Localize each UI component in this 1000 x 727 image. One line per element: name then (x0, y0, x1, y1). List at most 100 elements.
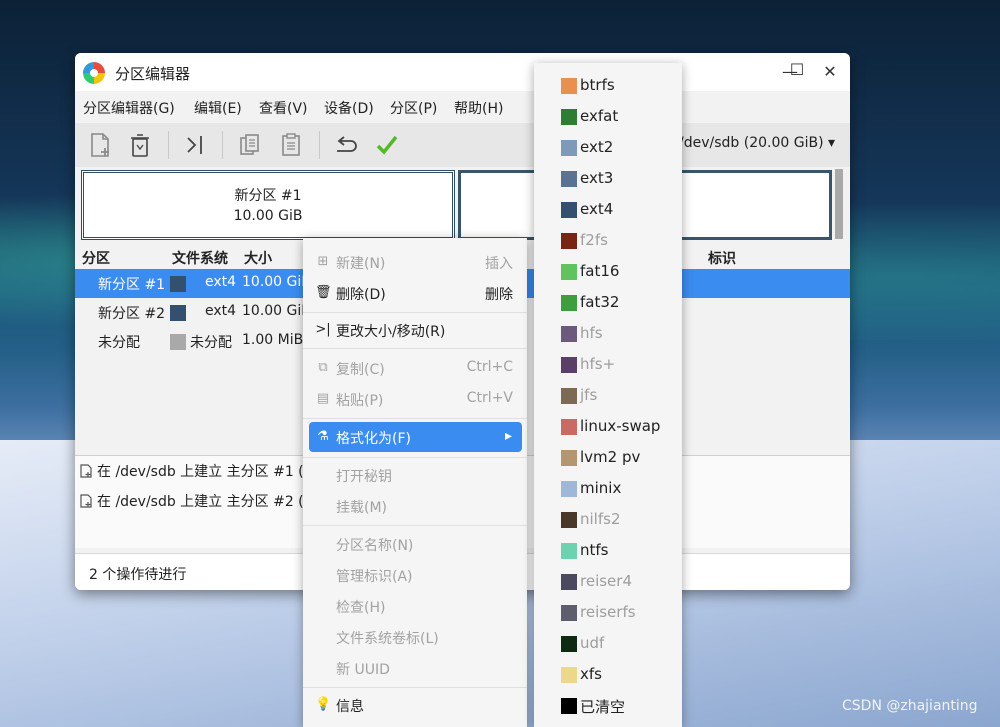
device-label: /dev/sdb (20.00 GiB) (679, 135, 824, 151)
menu-view[interactable]: 查看(V) (259, 98, 308, 118)
list-item[interactable]: 在 /dev/sdb 上建立 主分区 #2 ( (79, 491, 304, 511)
toolbar: /dev/sdb (20.00 GiB) ▾ (75, 123, 850, 168)
fs-color-swatch (561, 667, 577, 683)
fs-option-ext2[interactable]: ext2 (534, 133, 682, 163)
fs-option-btrfs[interactable]: btrfs (534, 71, 682, 101)
row-size: 10.00 GiB (242, 303, 311, 319)
fs-option-minix[interactable]: minix (534, 474, 682, 504)
menu-bar: 分区编辑器(G) 编辑(E) 查看(V) 设备(D) 分区(P) 帮助(H) (75, 91, 850, 123)
menu-edit[interactable]: 编辑(E) (194, 98, 242, 118)
fs-option-hfs-[interactable]: hfs+ (534, 350, 682, 380)
menu-item-new-uuid[interactable]: 新 UUID (303, 653, 527, 683)
menu-item-label: 信息 (336, 699, 364, 715)
fs-option-label: 已清空 (580, 698, 626, 716)
list-item[interactable]: 在 /dev/sdb 上建立 主分区 #1 ( (79, 461, 304, 481)
fs-color-swatch (561, 140, 577, 156)
menu-item-info[interactable]: 💡 信息 (303, 690, 527, 720)
menu-item-shortcut: Ctrl+V (466, 390, 513, 406)
copy-icon[interactable] (236, 131, 264, 159)
fs-option-xfs[interactable]: xfs (534, 660, 682, 690)
fs-option-reiserfs[interactable]: reiserfs (534, 598, 682, 628)
menu-item-partition-name[interactable]: 分区名称(N) (303, 529, 527, 559)
new-partition-icon: ⊞ (317, 254, 329, 269)
new-partition-icon[interactable] (86, 131, 114, 159)
operation-text: 在 /dev/sdb 上建立 主分区 #1 ( (97, 464, 304, 480)
fs-option-exfat[interactable]: exfat (534, 102, 682, 132)
resize-move-icon[interactable] (181, 131, 209, 159)
menu-item-label: 挂载(M) (336, 500, 388, 516)
fs-option-label: xfs (580, 665, 602, 683)
menu-item-mount[interactable]: 挂载(M) (303, 491, 527, 521)
undo-icon[interactable] (332, 131, 360, 159)
menu-item-paste[interactable]: ▤ 粘贴(P) Ctrl+V (303, 384, 527, 414)
fs-option-label: nilfs2 (580, 510, 621, 528)
menu-item-copy[interactable]: ⧉ 复制(C) Ctrl+C (303, 353, 527, 383)
menu-item-check[interactable]: 检查(H) (303, 591, 527, 621)
menu-item-resize[interactable]: >| 更改大小/移动(R) (303, 315, 527, 345)
partition-block-1[interactable]: 新分区 #1 10.00 GiB (81, 170, 455, 240)
menu-separator (303, 312, 527, 313)
column-header-size[interactable]: 大小 (244, 248, 272, 268)
fs-option-ntfs[interactable]: ntfs (534, 536, 682, 566)
fs-option-ext3[interactable]: ext3 (534, 164, 682, 194)
fs-option-label: lvm2 pv (580, 448, 641, 466)
menu-item-manage-flags[interactable]: 管理标识(A) (303, 560, 527, 590)
fs-option-label: jfs (580, 386, 598, 404)
toolbar-separator (222, 131, 223, 159)
menu-item-fs-label[interactable]: 文件系统卷标(L) (303, 622, 527, 652)
menu-item-label: 分区名称(N) (336, 538, 414, 554)
fs-option-reiser4[interactable]: reiser4 (534, 567, 682, 597)
delete-icon[interactable] (126, 131, 154, 159)
toolbar-separator (319, 131, 320, 159)
fs-option-linux-swap[interactable]: linux-swap (534, 412, 682, 442)
chevron-down-icon: ▾ (828, 135, 836, 151)
menu-item-delete[interactable]: 🗑 删除(D) 删除 (303, 278, 527, 308)
column-header-filesystem[interactable]: 文件系统 (172, 248, 228, 268)
fs-option--[interactable]: 已清空 (534, 691, 682, 721)
fs-option-label: minix (580, 479, 622, 497)
column-header-flags[interactable]: 标识 (708, 248, 736, 268)
fs-option-udf[interactable]: udf (534, 629, 682, 659)
fs-option-fat16[interactable]: fat16 (534, 257, 682, 287)
partition-block-size: 10.00 GiB (233, 208, 303, 224)
fs-option-hfs[interactable]: hfs (534, 319, 682, 349)
fs-option-jfs[interactable]: jfs (534, 381, 682, 411)
paste-icon: ▤ (316, 391, 330, 406)
fs-option-label: reiserfs (580, 603, 636, 621)
fs-option-fat32[interactable]: fat32 (534, 288, 682, 318)
device-selector[interactable]: /dev/sdb (20.00 GiB) ▾ (679, 135, 835, 151)
menu-separator (303, 687, 527, 688)
apply-icon[interactable] (373, 131, 401, 159)
row-partition: 未分配 (98, 335, 140, 351)
fs-option-ext4[interactable]: ext4 (534, 195, 682, 225)
menu-item-format[interactable]: ⚗ 格式化为(F) ▸ (309, 422, 522, 452)
menu-item-new[interactable]: ⊞ 新建(N) 插入 (303, 247, 527, 277)
close-button[interactable]: ✕ (819, 61, 841, 83)
paste-icon[interactable] (277, 131, 305, 159)
row-partition: 新分区 #1 (98, 277, 166, 293)
fs-option-label: fat16 (580, 262, 620, 280)
column-header-partition[interactable]: 分区 (82, 248, 110, 268)
menu-item-label: 打开秘钥 (336, 469, 392, 485)
menu-separator (303, 457, 527, 458)
menu-item-label: 管理标识(A) (336, 569, 413, 585)
menu-item-open-key[interactable]: 打开秘钥 (303, 460, 527, 490)
fs-option-label: btrfs (580, 76, 615, 94)
menu-device[interactable]: 设备(D) (324, 98, 374, 118)
fs-option-nilfs2[interactable]: nilfs2 (534, 505, 682, 535)
menu-help[interactable]: 帮助(H) (454, 98, 503, 118)
graph-scrollbar[interactable] (835, 169, 843, 239)
menu-partition[interactable]: 分区(P) (390, 98, 437, 118)
maximize-button[interactable]: ☐ (786, 59, 808, 81)
app-icon (83, 62, 105, 84)
partition-block-name: 新分区 #1 (234, 188, 302, 204)
row-size: 1.00 MiB (242, 332, 304, 348)
fs-color-swatch (561, 419, 577, 435)
fs-option-label: ext4 (580, 200, 614, 218)
fs-color-swatch (561, 450, 577, 466)
menu-gparted[interactable]: 分区编辑器(G) (83, 98, 175, 118)
toolbar-separator (168, 131, 169, 159)
fs-option-lvm2-pv[interactable]: lvm2 pv (534, 443, 682, 473)
fs-option-f2fs[interactable]: f2fs (534, 226, 682, 256)
format-icon: ⚗ (317, 429, 329, 444)
